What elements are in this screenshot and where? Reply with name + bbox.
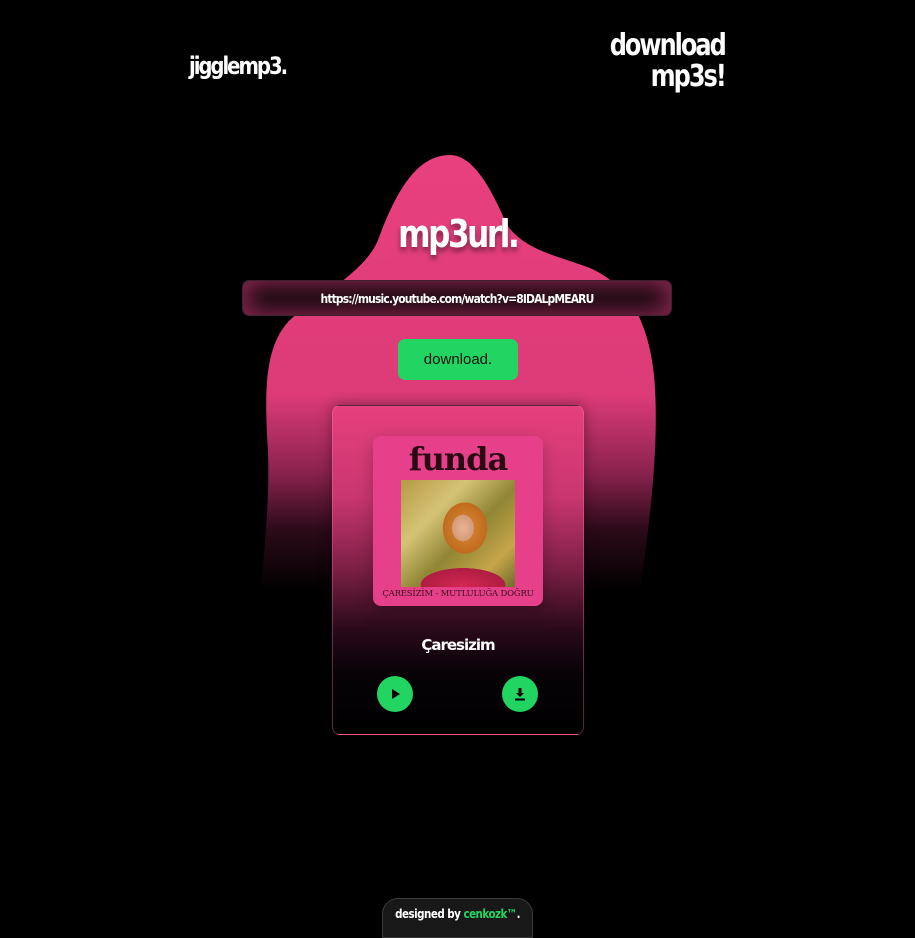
url-input-container [242, 280, 672, 316]
footer-prefix: designed by [395, 907, 461, 921]
cover-artist-text: funda [408, 440, 508, 478]
url-input[interactable] [272, 289, 642, 307]
footer-credit: designed by cenkozk™. [382, 898, 533, 938]
footer-suffix: . [516, 907, 521, 921]
footer-author-link[interactable]: cenkozk™ [463, 907, 517, 921]
download-icon [515, 688, 525, 701]
download-button[interactable]: download. [398, 339, 518, 380]
play-button[interactable] [377, 676, 413, 712]
album-cover: funda ÇARESİZİM - MUTLULUĞA DOĞRU [373, 436, 543, 606]
track-title: Çaresizim [421, 636, 495, 654]
result-card: funda ÇARESİZİM - MUTLULUĞA DOĞRU Çaresi… [332, 405, 584, 735]
app-title: mp3url. [397, 212, 520, 256]
cover-photo [401, 480, 515, 587]
cover-caption: ÇARESİZİM - MUTLULUĞA DOĞRU [382, 589, 534, 599]
play-icon [392, 689, 400, 699]
track-download-button[interactable] [502, 676, 538, 712]
